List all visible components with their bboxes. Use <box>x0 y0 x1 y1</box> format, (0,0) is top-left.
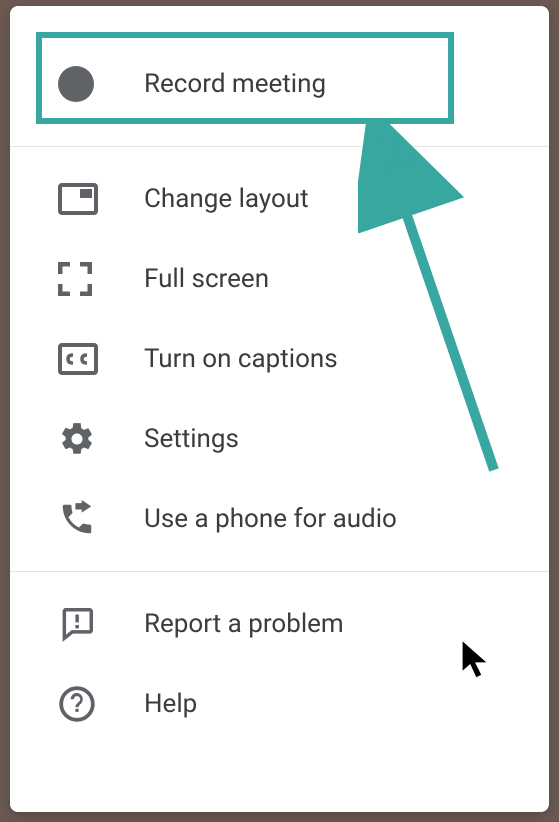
menu-item-layout[interactable]: Change layout <box>10 159 549 239</box>
menu-item-label: Change layout <box>144 184 309 214</box>
menu-item-settings[interactable]: Settings <box>10 399 549 479</box>
menu-item-report[interactable]: Report a problem <box>10 584 549 664</box>
menu-item-label: Report a problem <box>144 609 344 639</box>
menu-item-captions[interactable]: Turn on captions <box>10 319 549 399</box>
menu-item-label: Full screen <box>144 264 269 294</box>
feedback-icon <box>58 605 144 643</box>
divider <box>10 146 549 147</box>
record-icon <box>58 66 144 102</box>
phone-forward-icon <box>58 500 144 538</box>
divider <box>10 571 549 572</box>
menu-item-record[interactable]: Record meeting <box>10 34 549 134</box>
menu-item-label: Turn on captions <box>144 344 338 374</box>
captions-icon <box>58 343 144 375</box>
layout-icon <box>58 183 144 215</box>
fullscreen-icon <box>58 262 144 296</box>
settings-icon <box>58 420 144 458</box>
menu-item-help[interactable]: Help <box>10 664 549 744</box>
menu-item-label: Settings <box>144 424 239 454</box>
menu-item-label: Record meeting <box>144 69 326 99</box>
menu-item-phoneaudio[interactable]: Use a phone for audio <box>10 479 549 559</box>
help-icon <box>58 685 144 723</box>
menu-item-label: Help <box>144 689 197 719</box>
options-menu: Record meeting Change layout Full screen <box>10 6 549 812</box>
menu-item-fullscreen[interactable]: Full screen <box>10 239 549 319</box>
menu-item-label: Use a phone for audio <box>144 504 397 534</box>
